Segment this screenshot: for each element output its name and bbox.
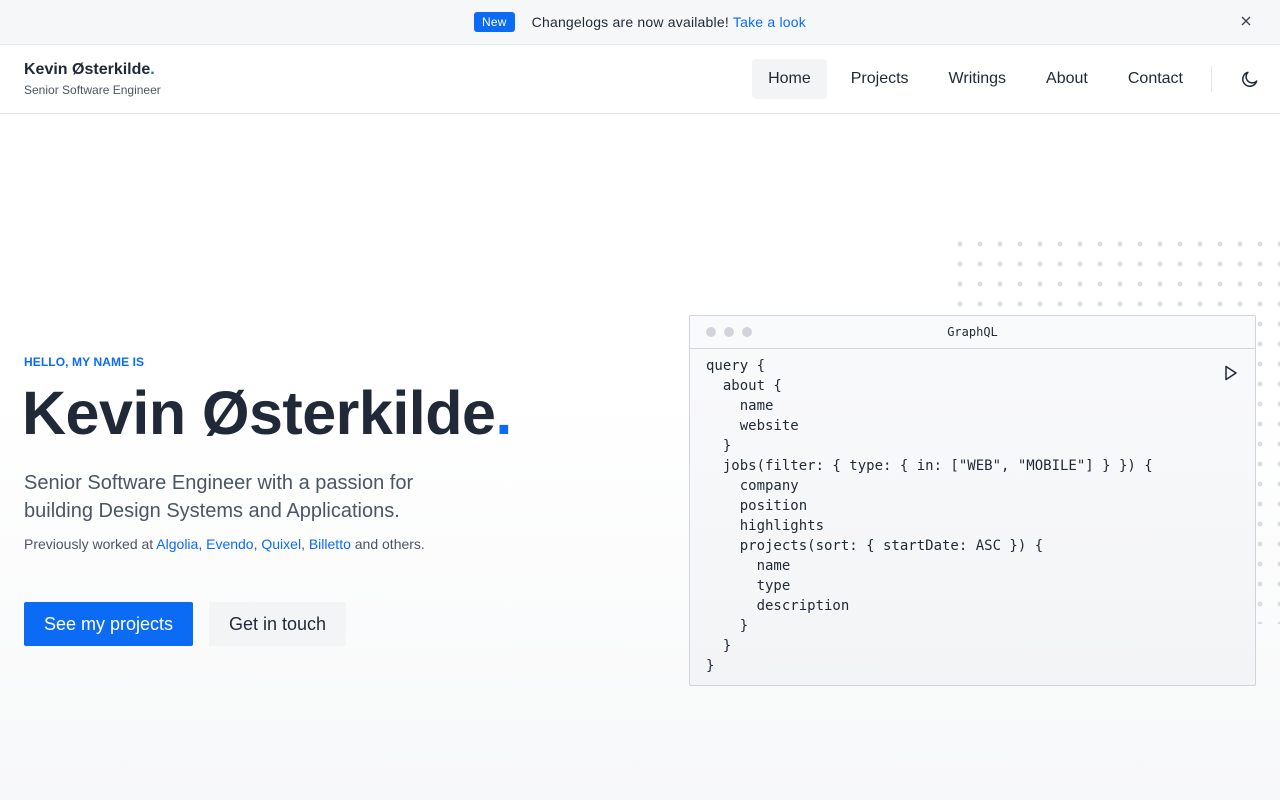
hero-section: HELLO, MY NAME IS Kevin Østerkilde. Seni…: [0, 114, 1280, 800]
see-projects-button[interactable]: See my projects: [24, 602, 194, 646]
previous-employers: Previously worked at Algolia, Evendo, Qu…: [24, 536, 425, 552]
brand[interactable]: Kevin Østerkilde. Senior Software Engine…: [24, 61, 161, 97]
close-icon[interactable]: [1238, 13, 1254, 29]
company-link-billetto[interactable]: Billetto: [309, 536, 351, 552]
hero-tagline: Senior Software Engineer with a passion …: [24, 472, 414, 522]
site-header: Kevin Østerkilde. Senior Software Engine…: [0, 45, 1280, 114]
nav-item-home[interactable]: Home: [752, 59, 827, 99]
nav-item-about[interactable]: About: [1030, 59, 1104, 99]
hero-title: Kevin Østerkilde.: [22, 379, 512, 447]
graphql-titlebar: GraphQL: [690, 316, 1255, 349]
company-link-quixel[interactable]: Quixel: [261, 536, 301, 552]
announcement-message: Changelogs are now available!: [531, 14, 729, 30]
hero-eyebrow: HELLO, MY NAME IS: [24, 355, 145, 369]
main-nav: Home Projects Writings About Contact: [744, 59, 1199, 99]
changelog-link[interactable]: Take a look: [733, 14, 806, 30]
nav-item-contact[interactable]: Contact: [1112, 59, 1199, 99]
company-link-algolia[interactable]: Algolia: [156, 536, 198, 552]
announcement-bar: New Changelogs are now available! Take a…: [0, 0, 1280, 45]
nav-item-projects[interactable]: Projects: [835, 59, 925, 99]
new-badge: New: [474, 12, 515, 32]
nav-divider: [1211, 66, 1212, 92]
graphql-query-code: query { about { name website } jobs(filt…: [706, 358, 1153, 674]
graphql-window: GraphQL query { about { name website } j…: [689, 315, 1256, 686]
moon-icon[interactable]: [1238, 67, 1262, 91]
nav-item-writings[interactable]: Writings: [933, 59, 1023, 99]
company-link-evendo[interactable]: Evendo: [206, 536, 253, 552]
brand-name[interactable]: Kevin Østerkilde.: [24, 61, 161, 79]
get-in-touch-button[interactable]: Get in touch: [209, 602, 347, 646]
brand-role: Senior Software Engineer: [24, 83, 161, 97]
play-icon[interactable]: [1222, 364, 1240, 382]
graphql-title: GraphQL: [947, 325, 998, 339]
